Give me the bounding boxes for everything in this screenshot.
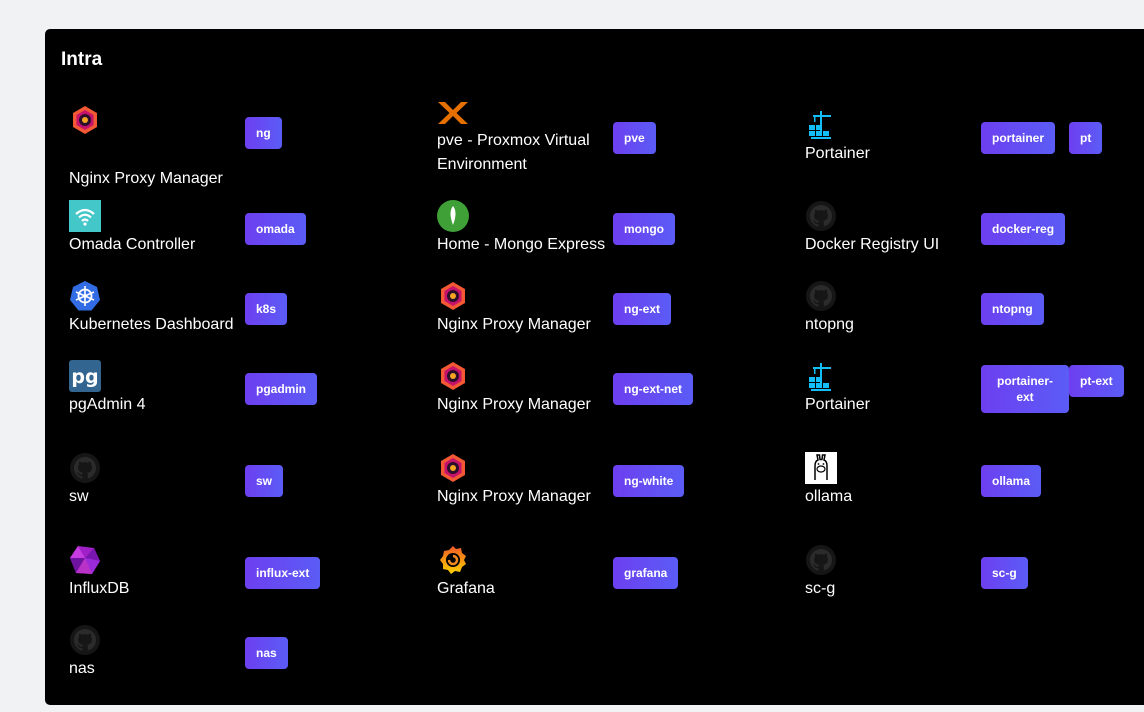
grafana-icon bbox=[437, 544, 469, 576]
tag-ng[interactable]: ng bbox=[245, 117, 282, 149]
app-name: Nginx Proxy Manager bbox=[437, 396, 591, 413]
pgadmin-icon: pg bbox=[69, 360, 101, 392]
svg-text:pg: pg bbox=[71, 366, 98, 388]
tag-pt[interactable]: pt bbox=[1069, 122, 1103, 154]
proxmox-icon bbox=[437, 98, 469, 130]
github-icon bbox=[69, 452, 101, 484]
app-name: nas bbox=[69, 660, 95, 677]
github-icon bbox=[805, 280, 837, 312]
tag-nas[interactable]: nas bbox=[245, 637, 288, 669]
section-title: Intra bbox=[61, 49, 103, 70]
tag-ng-ext-net[interactable]: ng-ext-net bbox=[613, 373, 693, 405]
app-name: Nginx Proxy Manager bbox=[437, 316, 591, 333]
app-name: pve - Proxmox Virtual Environment bbox=[437, 132, 590, 173]
tag-pgadmin[interactable]: pgadmin bbox=[245, 373, 317, 405]
github-icon bbox=[805, 200, 837, 232]
app-name: Omada Controller bbox=[69, 236, 196, 253]
app-name: sw bbox=[69, 488, 89, 505]
tag-ollama[interactable]: ollama bbox=[981, 465, 1042, 497]
nginx-proxy-manager-icon bbox=[69, 104, 101, 136]
tag-ntopng[interactable]: ntopng bbox=[981, 293, 1044, 325]
nginx-proxy-manager-icon bbox=[437, 360, 469, 392]
app-name: Nginx Proxy Manager bbox=[69, 170, 223, 187]
app-name: InfluxDB bbox=[69, 580, 130, 597]
tag-influx-ext[interactable]: influx-ext bbox=[245, 557, 321, 589]
github-icon bbox=[69, 624, 101, 656]
app-name: ollama bbox=[805, 488, 853, 505]
intra-section-panel: Intra Nginx Proxy Manager ng pve - Proxm… bbox=[45, 29, 1144, 705]
influxdb-icon bbox=[69, 544, 101, 576]
portainer-icon bbox=[805, 109, 837, 141]
tag-grafana[interactable]: grafana bbox=[613, 557, 679, 589]
app-name: Grafana bbox=[437, 580, 495, 597]
ollama-llama-icon bbox=[805, 452, 837, 484]
app-name: Home - Mongo Express bbox=[437, 236, 606, 253]
tag-sw[interactable]: sw bbox=[245, 465, 284, 497]
tag-portainer-ext[interactable]: portainer-ext bbox=[981, 365, 1069, 413]
nginx-proxy-manager-icon bbox=[437, 452, 469, 484]
kubernetes-icon bbox=[69, 280, 101, 312]
tag-pve[interactable]: pve bbox=[613, 122, 656, 154]
tag-k8s[interactable]: k8s bbox=[245, 293, 288, 325]
app-name: pgAdmin 4 bbox=[69, 396, 146, 413]
tag-portainer[interactable]: portainer bbox=[981, 122, 1056, 154]
tag-omada[interactable]: omada bbox=[245, 213, 306, 245]
nginx-proxy-manager-icon bbox=[437, 280, 469, 312]
mongodb-leaf-icon bbox=[437, 200, 469, 232]
tag-pt-ext[interactable]: pt-ext bbox=[1069, 365, 1124, 397]
tag-docker-reg[interactable]: docker-reg bbox=[981, 213, 1066, 245]
app-name: sc-g bbox=[805, 580, 836, 597]
app-name: Kubernetes Dashboard bbox=[69, 316, 234, 333]
app-name: Portainer bbox=[805, 145, 870, 162]
omada-wifi-icon bbox=[69, 200, 101, 232]
app-name: ntopng bbox=[805, 316, 854, 333]
app-name: Portainer bbox=[805, 396, 870, 413]
app-name: Docker Registry UI bbox=[805, 236, 940, 253]
tag-ng-ext[interactable]: ng-ext bbox=[613, 293, 671, 325]
github-icon bbox=[805, 544, 837, 576]
tag-mongo[interactable]: mongo bbox=[613, 213, 675, 245]
tag-ng-white[interactable]: ng-white bbox=[613, 465, 685, 497]
tag-sc-g[interactable]: sc-g bbox=[981, 557, 1028, 589]
app-name: Nginx Proxy Manager bbox=[437, 488, 591, 505]
portainer-icon bbox=[805, 361, 837, 393]
